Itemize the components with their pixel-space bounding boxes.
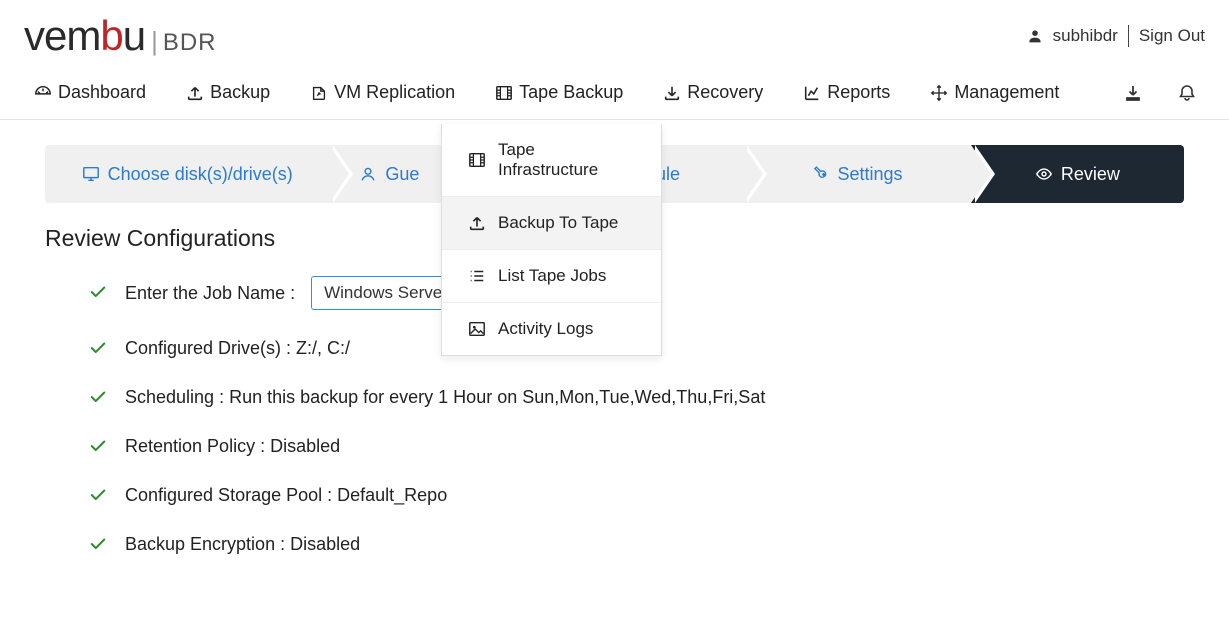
share-icon	[310, 84, 328, 102]
check-icon	[89, 486, 109, 506]
dashboard-icon	[34, 84, 52, 102]
config-text: Configured Storage Pool : Default_Repo	[125, 485, 447, 506]
nav-dashboard[interactable]: Dashboard	[20, 66, 160, 119]
check-icon	[89, 283, 109, 303]
check-icon	[89, 437, 109, 457]
check-icon	[89, 535, 109, 555]
nav-label: Recovery	[687, 82, 763, 103]
username: subhibdr	[1053, 26, 1118, 46]
chart-icon	[803, 84, 821, 102]
download-icon	[663, 84, 681, 102]
main-nav: Dashboard Backup VM Replication Tape Bac…	[0, 66, 1229, 120]
job-name-input[interactable]	[311, 276, 461, 310]
user-icon	[1027, 28, 1043, 44]
film-icon	[468, 151, 486, 169]
config-text: Backup Encryption : Disabled	[125, 534, 360, 555]
step-label: Gue	[385, 164, 419, 185]
tape-backup-dropdown: Tape Infrastructure Backup To Tape List …	[441, 124, 662, 356]
dropdown-list-tape-jobs[interactable]: List Tape Jobs	[442, 250, 661, 303]
nav-reports[interactable]: Reports	[789, 66, 904, 119]
nav-label: Management	[954, 82, 1059, 103]
logo: vembu | BDR	[24, 12, 217, 60]
move-icon	[930, 84, 948, 102]
film-icon	[495, 84, 513, 102]
nav-label: Reports	[827, 82, 890, 103]
dropdown-label: Activity Logs	[498, 319, 593, 339]
check-icon	[89, 339, 109, 359]
config-encryption: Backup Encryption : Disabled	[89, 534, 1184, 555]
step-review[interactable]: Review	[971, 145, 1184, 203]
dropdown-label: List Tape Jobs	[498, 266, 606, 286]
nav-tape-backup[interactable]: Tape Backup	[481, 66, 637, 119]
upload-icon	[468, 214, 486, 232]
wrench-icon	[811, 165, 829, 183]
nav-label: VM Replication	[334, 82, 455, 103]
config-storage-pool: Configured Storage Pool : Default_Repo	[89, 485, 1184, 506]
divider	[1128, 25, 1129, 47]
nav-label: Dashboard	[58, 82, 146, 103]
logo-suffix: BDR	[163, 29, 217, 57]
image-icon	[468, 320, 486, 338]
nav-backup[interactable]: Backup	[172, 66, 284, 119]
notifications-button[interactable]	[1175, 81, 1199, 105]
nav-management[interactable]: Management	[916, 66, 1073, 119]
logo-main: vembu	[24, 12, 145, 60]
dropdown-label: Backup To Tape	[498, 213, 618, 233]
dropdown-backup-to-tape[interactable]: Backup To Tape	[442, 197, 661, 250]
step-choose-disks[interactable]: Choose disk(s)/drive(s)	[45, 145, 329, 203]
nav-label: Tape Backup	[519, 82, 623, 103]
step-label: Settings	[837, 164, 902, 185]
logo-separator: |	[151, 26, 158, 57]
sign-out-link[interactable]: Sign Out	[1139, 26, 1205, 46]
check-icon	[89, 388, 109, 408]
config-retention: Retention Policy : Disabled	[89, 436, 1184, 457]
nav-recovery[interactable]: Recovery	[649, 66, 777, 119]
upload-icon	[186, 84, 204, 102]
step-settings[interactable]: Settings	[743, 145, 970, 203]
step-label: Choose disk(s)/drive(s)	[108, 164, 293, 185]
job-name-label: Enter the Job Name :	[125, 283, 295, 304]
dropdown-activity-logs[interactable]: Activity Logs	[442, 303, 661, 355]
config-text: Scheduling : Run this backup for every 1…	[125, 387, 765, 408]
config-scheduling: Scheduling : Run this backup for every 1…	[89, 387, 1184, 408]
monitor-icon	[82, 165, 100, 183]
config-text: Configured Drive(s) : Z:/, C:/	[125, 338, 350, 359]
nav-vm-replication[interactable]: VM Replication	[296, 66, 469, 119]
config-text: Retention Policy : Disabled	[125, 436, 340, 457]
step-label: Review	[1061, 164, 1120, 185]
eye-icon	[1035, 165, 1053, 183]
list-icon	[468, 267, 486, 285]
nav-label: Backup	[210, 82, 270, 103]
dropdown-label: Tape Infrastructure	[498, 140, 635, 180]
user-icon	[359, 165, 377, 183]
download-button[interactable]	[1121, 81, 1145, 105]
dropdown-tape-infrastructure[interactable]: Tape Infrastructure	[442, 124, 661, 197]
